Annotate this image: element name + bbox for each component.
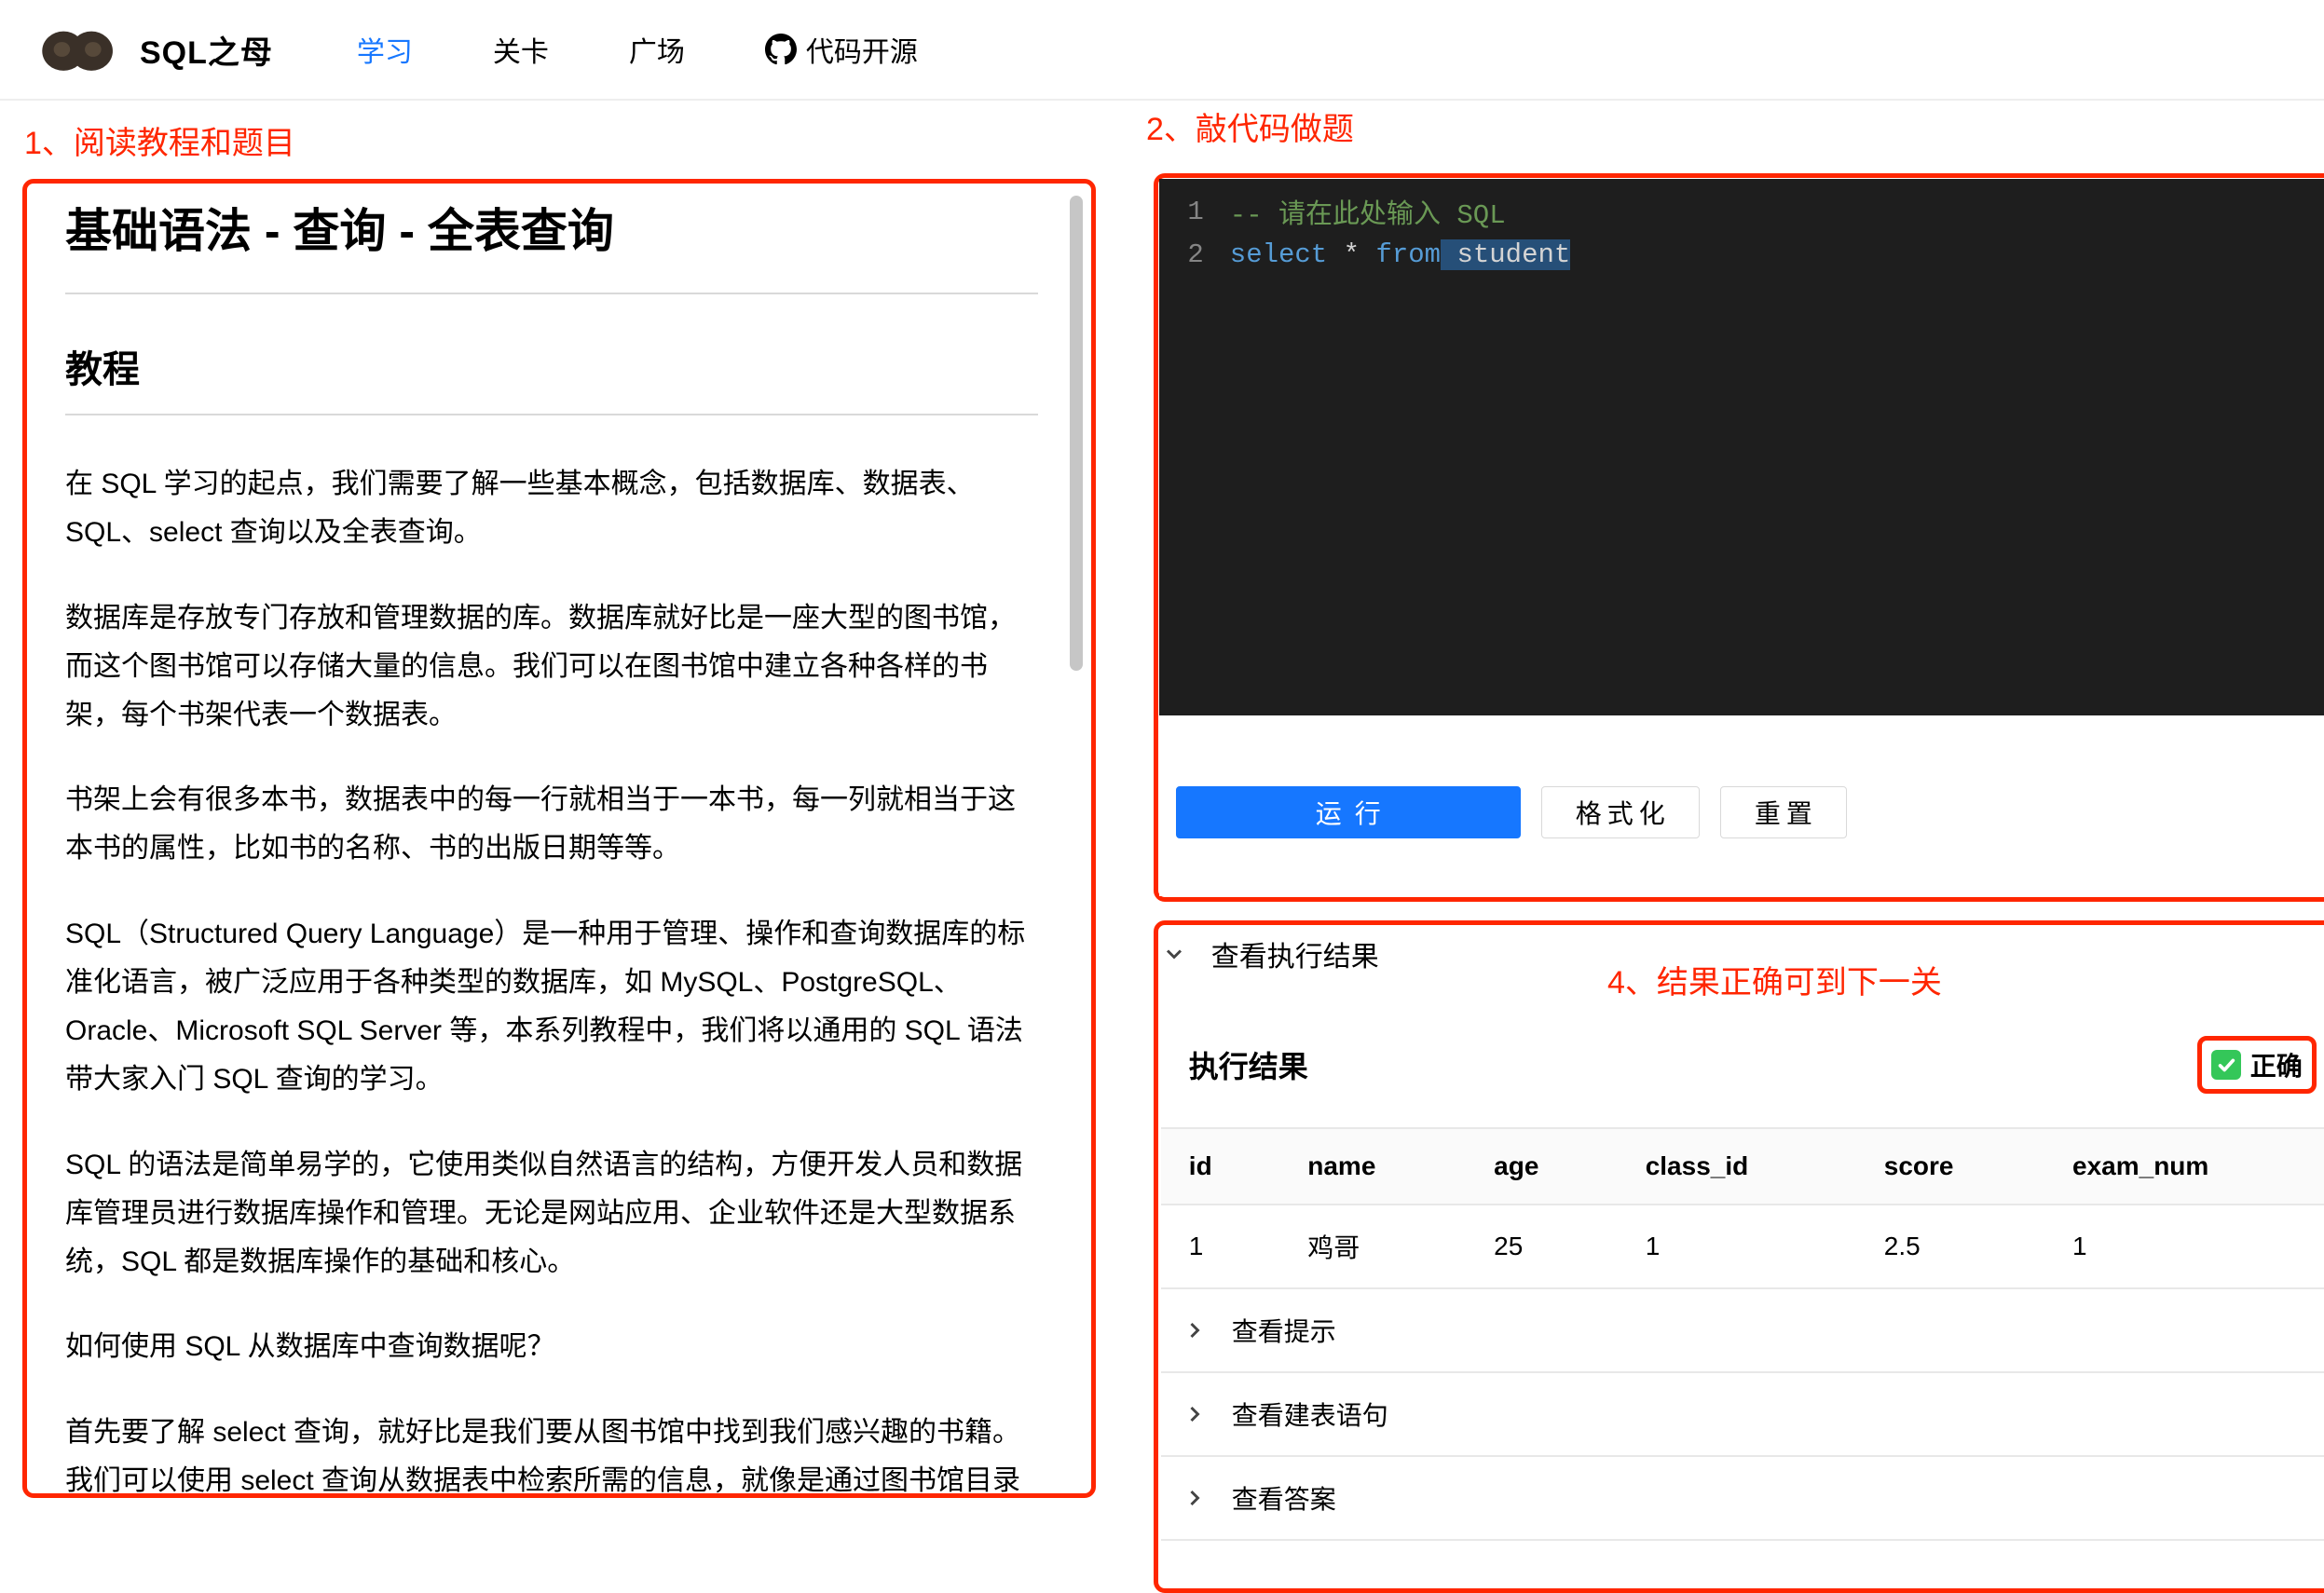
chevron-right-icon — [1182, 1401, 1208, 1427]
article-title: 基础语法 - 查询 - 全表查询 — [65, 194, 1038, 261]
answer-row[interactable]: 查看答案 — [1161, 1457, 2324, 1541]
code-line: 1 -- 请在此处输入 SQL — [1159, 190, 2324, 233]
scrollbar[interactable] — [1070, 196, 1083, 671]
result-header: 执行结果 正确 — [1161, 1008, 2324, 1127]
code-operator: * — [1327, 239, 1375, 270]
result-table: id name age class_id score exam_num 1 鸡哥… — [1161, 1127, 2324, 1289]
result-title: 执行结果 — [1189, 1043, 1308, 1086]
table-header: name — [1279, 1128, 1466, 1205]
nav-learn[interactable]: 学习 — [357, 29, 413, 70]
table-cell: 2.5 — [1856, 1205, 2044, 1288]
logo[interactable]: SQL之母 — [37, 24, 273, 75]
tutorial-pane: 基础语法 - 查询 - 全表查询 教程 在 SQL 学习的起点，我们需要了解一些… — [21, 114, 1051, 1505]
nav-github[interactable]: 代码开源 — [765, 29, 918, 70]
logo-icon — [37, 24, 119, 75]
check-icon — [2211, 1050, 2241, 1080]
nav-plaza[interactable]: 广场 — [629, 29, 685, 70]
run-button[interactable]: 运行 — [1176, 786, 1521, 838]
reset-button[interactable]: 重置 — [1720, 786, 1847, 838]
code-keyword: select — [1230, 239, 1327, 270]
chevron-right-icon — [1182, 1317, 1208, 1343]
code-line: 2 select * from student — [1159, 233, 2324, 276]
table-cell: 1 — [1618, 1205, 1856, 1288]
chevron-right-icon — [1182, 1485, 1208, 1511]
main: 基础语法 - 查询 - 全表查询 教程 在 SQL 学习的起点，我们需要了解一些… — [0, 101, 2324, 1505]
code-editor[interactable]: 1 -- 请在此处输入 SQL 2 select * from student — [1159, 179, 2324, 715]
table-header: age — [1466, 1128, 1618, 1205]
divider — [65, 414, 1038, 415]
results-panel-title: 查看执行结果 — [1211, 933, 1379, 974]
hints-label: 查看提示 — [1232, 1312, 1336, 1349]
tutorial-scroll[interactable]: 基础语法 - 查询 - 全表查询 教程 在 SQL 学习的起点，我们需要了解一些… — [65, 194, 1047, 1494]
line-number: 1 — [1159, 197, 1230, 227]
table-cell: 鸡哥 — [1279, 1205, 1466, 1288]
table-header: class_id — [1618, 1128, 1856, 1205]
github-icon — [765, 34, 797, 65]
code-identifier: student — [1441, 239, 1570, 270]
results-area: 执行结果 正确 id name age class_id score — [1161, 1008, 2324, 1541]
paragraph: 书架上会有很多本书，数据表中的每一行就相当于一本书，每一列就相当于这本书的属性，… — [65, 776, 1038, 873]
paragraph: SQL 的语法是简单易学的，它使用类似自然语言的结构，方便开发人员和数据库管理员… — [65, 1141, 1038, 1287]
paragraph: 如何使用 SQL 从数据库中查询数据呢？ — [65, 1323, 1038, 1371]
paragraph: 数据库是存放专门存放和管理数据的库。数据库就好比是一座大型的图书馆，而这个图书馆… — [65, 594, 1038, 740]
code-content: select * from student — [1230, 239, 1571, 270]
divider — [65, 293, 1038, 294]
table-header: id — [1161, 1128, 1279, 1205]
chevron-down-icon — [1161, 941, 1187, 967]
table-cell: 1 — [1161, 1205, 1279, 1288]
header: SQL之母 学习 关卡 广场 代码开源 — [0, 0, 2324, 101]
hints-row[interactable]: 查看提示 — [1161, 1289, 2324, 1373]
table-row: 1 鸡哥 25 1 2.5 1 — [1161, 1205, 2324, 1288]
code-keyword: from — [1375, 239, 1441, 270]
paragraph: SQL（Structured Query Language）是一种用于管理、操作… — [65, 910, 1038, 1104]
results-panel-header[interactable]: 查看执行结果 — [1161, 933, 1379, 974]
correct-badge: 正确 — [2197, 1036, 2317, 1094]
brand-title: SQL之母 — [140, 27, 273, 73]
format-button[interactable]: 格式化 — [1541, 786, 1700, 838]
table-header: score — [1856, 1128, 2044, 1205]
editor-toolbar: 运行 格式化 重置 — [1159, 728, 2324, 896]
ddl-label: 查看建表语句 — [1232, 1396, 1388, 1433]
code-comment: -- 请在此处输入 SQL — [1230, 192, 1506, 231]
correct-label: 正确 — [2250, 1046, 2303, 1083]
table-header: exam_num — [2044, 1128, 2324, 1205]
code-pane: 1 -- 请在此处输入 SQL 2 select * from student … — [1154, 114, 2303, 1505]
table-cell: 25 — [1466, 1205, 1618, 1288]
paragraph: 在 SQL 学习的起点，我们需要了解一些基本概念，包括数据库、数据表、SQL、s… — [65, 460, 1038, 557]
nav-github-label: 代码开源 — [806, 29, 918, 70]
answer-label: 查看答案 — [1232, 1479, 1336, 1517]
table-cell: 1 — [2044, 1205, 2324, 1288]
article-subheading: 教程 — [65, 339, 1038, 393]
nav-levels[interactable]: 关卡 — [493, 29, 549, 70]
table-header-row: id name age class_id score exam_num — [1161, 1128, 2324, 1205]
paragraph: 首先要了解 select 查询，就好比是我们要从图书馆中找到我们感兴趣的书籍。我… — [65, 1409, 1038, 1494]
ddl-row[interactable]: 查看建表语句 — [1161, 1373, 2324, 1457]
nav: 学习 关卡 广场 代码开源 — [357, 29, 918, 70]
line-number: 2 — [1159, 239, 1230, 270]
